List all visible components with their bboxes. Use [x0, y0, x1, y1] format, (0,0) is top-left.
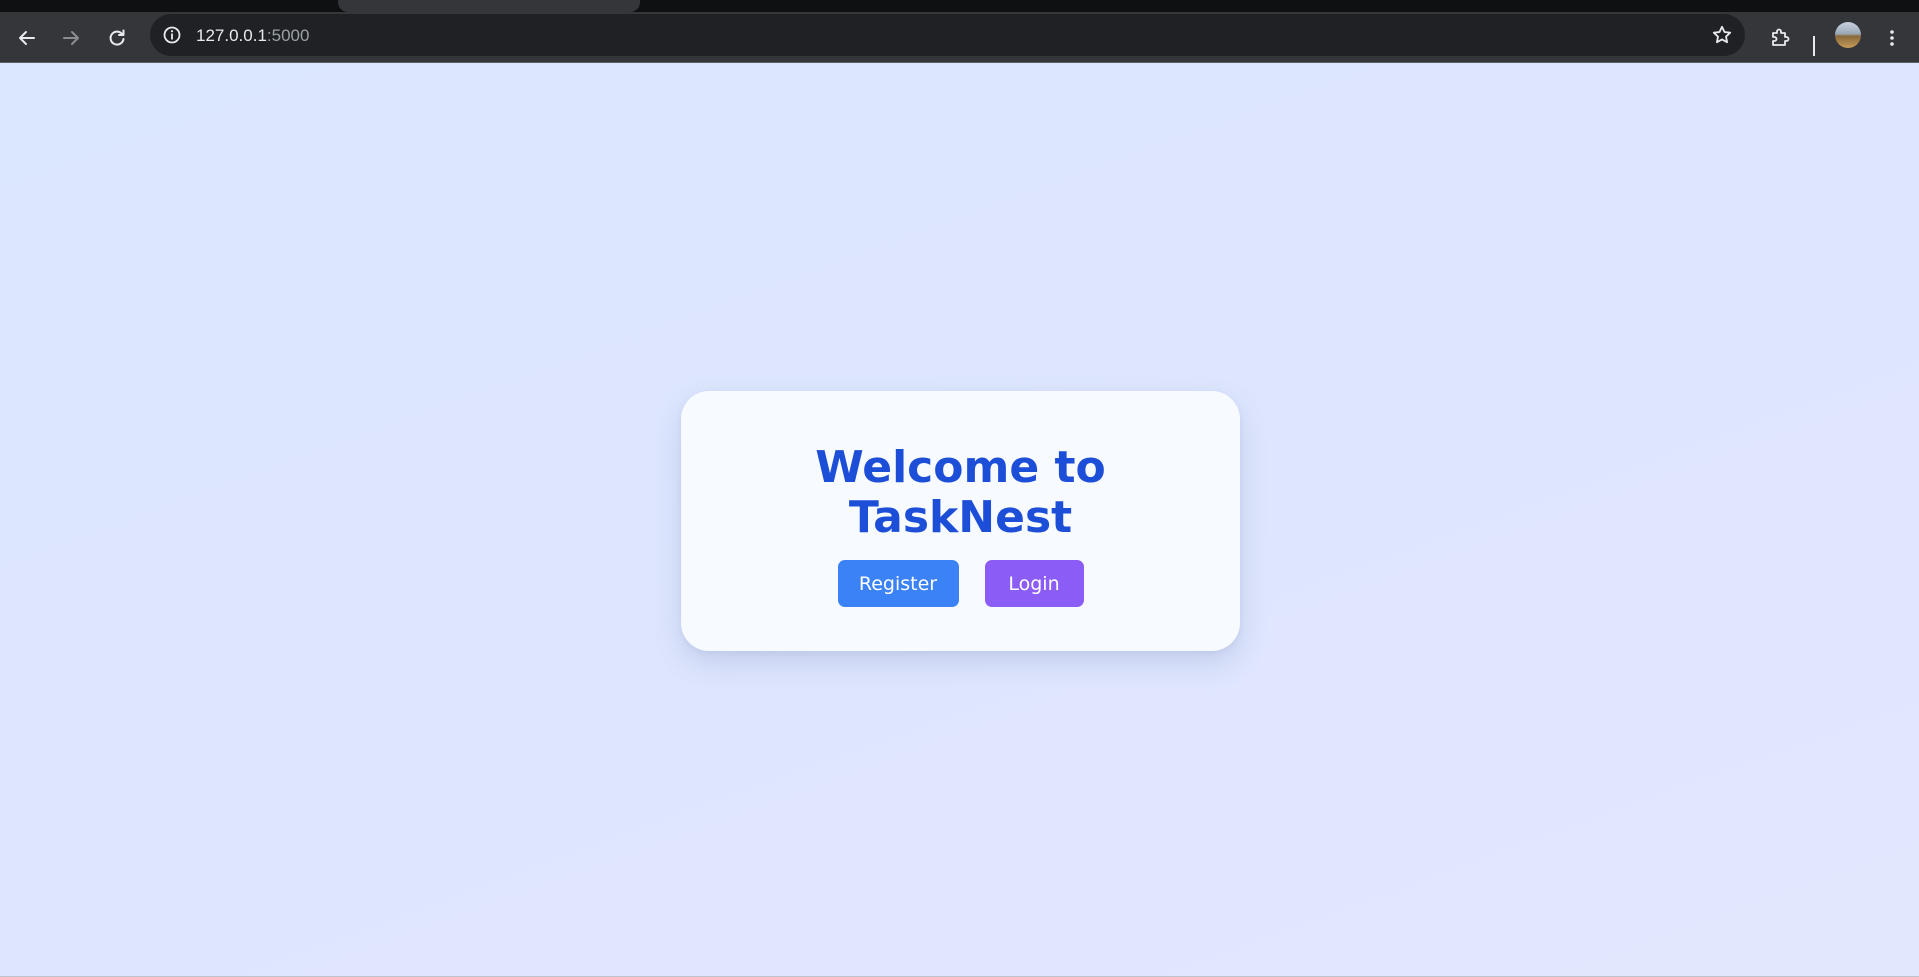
page-title: Welcome to TaskNest [681, 443, 1240, 543]
kebab-menu-icon [1882, 28, 1902, 48]
title-line-2: TaskNest [848, 492, 1073, 543]
forward-arrow-icon [61, 28, 81, 48]
welcome-card: Welcome to TaskNest Register Login [681, 391, 1240, 651]
back-button[interactable] [9, 20, 45, 56]
extensions-button[interactable] [1762, 20, 1798, 56]
info-icon[interactable] [162, 25, 182, 45]
url-text[interactable]: 127.0.0.1:5000 [196, 26, 309, 46]
active-tab[interactable] [338, 0, 640, 12]
login-button[interactable]: Login [984, 560, 1084, 607]
reload-button[interactable] [99, 20, 135, 56]
forward-button[interactable] [53, 20, 89, 56]
reload-icon [107, 28, 127, 48]
url-host: 127.0.0.1 [196, 26, 267, 45]
url-port: :5000 [266, 26, 310, 45]
toolbar-separator [1813, 36, 1815, 56]
star-icon[interactable] [1711, 24, 1733, 46]
action-buttons: Register Login [681, 560, 1240, 607]
register-button[interactable]: Register [837, 560, 959, 607]
menu-button[interactable] [1874, 20, 1910, 56]
puzzle-icon [1769, 27, 1791, 49]
profile-avatar[interactable] [1835, 22, 1861, 48]
address-bar[interactable]: 127.0.0.1:5000 [150, 14, 1745, 56]
page-viewport: Welcome to TaskNest Register Login [0, 63, 1919, 976]
title-line-1: Welcome to [815, 442, 1106, 493]
tab-strip [0, 0, 1919, 12]
browser-toolbar: 127.0.0.1:5000 [0, 12, 1919, 63]
back-arrow-icon [17, 28, 37, 48]
